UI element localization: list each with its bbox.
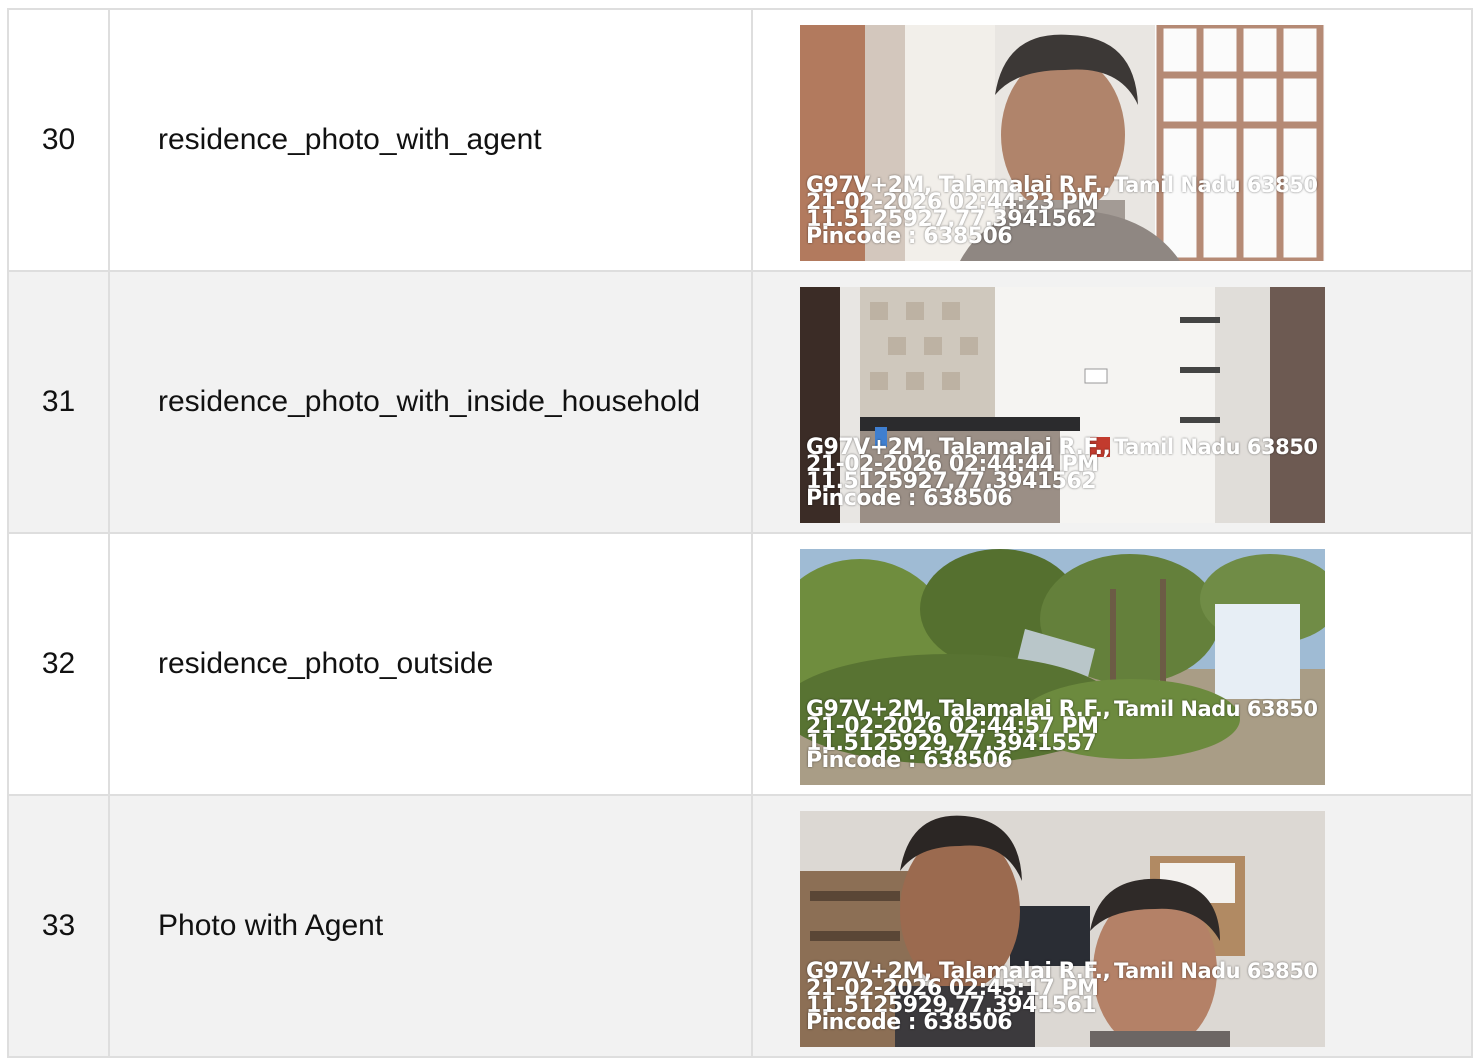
stamp-state: Tamil Nadu 63850	[1114, 173, 1318, 197]
photo-report-table: 30 residence_photo_with_agent G97V+2M, T…	[7, 8, 1473, 1058]
photo-geo-stamp: G97V+2M, Talamalai R.F., Tamil Nadu 6385…	[806, 435, 1325, 510]
report-table-wrapper: 30 residence_photo_with_agent G97V+2M, T…	[7, 8, 1473, 1058]
row-number: 32	[7, 532, 110, 796]
photo-thumbnail[interactable]: G97V+2M, Talamalai R.F., Tamil Nadu 6385…	[800, 287, 1325, 523]
table-row: 32 residence_photo_outside G97V+2M, Tala…	[7, 532, 1473, 796]
stamp-state: Tamil Nadu 63850	[1114, 435, 1318, 459]
photo-geo-stamp: G97V+2M, Talamalai R.F., Tamil Nadu 6385…	[806, 697, 1325, 772]
row-number: 30	[7, 8, 110, 272]
photo-thumbnail[interactable]: G97V+2M, Talamalai R.F., Tamil Nadu 6385…	[800, 549, 1325, 785]
photo-geo-stamp: G97V+2M, Talamalai R.F., Tamil Nadu 6385…	[806, 173, 1325, 248]
row-label: Photo with Agent	[108, 794, 753, 1058]
stamp-state: Tamil Nadu 63850	[1114, 959, 1318, 983]
stamp-location: G97V+2M, Talamalai R.F.,	[806, 173, 1111, 198]
row-number: 33	[7, 794, 110, 1058]
row-label: residence_photo_outside	[108, 532, 753, 796]
photo-cell: G97V+2M, Talamalai R.F., Tamil Nadu 6385…	[751, 532, 1473, 796]
table-row: 31 residence_photo_with_inside_household	[7, 270, 1473, 534]
stamp-location: G97V+2M, Talamalai R.F.,	[806, 697, 1111, 722]
row-label: residence_photo_with_agent	[108, 8, 753, 272]
table-row: 30 residence_photo_with_agent G97V+2M, T…	[7, 8, 1473, 272]
photo-geo-stamp: G97V+2M, Talamalai R.F., Tamil Nadu 6385…	[806, 959, 1325, 1034]
row-label: residence_photo_with_inside_household	[108, 270, 753, 534]
stamp-state: Tamil Nadu 63850	[1114, 697, 1318, 721]
row-number: 31	[7, 270, 110, 534]
photo-cell: G97V+2M, Talamalai R.F., Tamil Nadu 6385…	[751, 270, 1473, 534]
stamp-location: G97V+2M, Talamalai R.F.,	[806, 435, 1111, 460]
photo-cell: G97V+2M, Talamalai R.F., Tamil Nadu 6385…	[751, 794, 1473, 1058]
photo-thumbnail[interactable]: G97V+2M, Talamalai R.F., Tamil Nadu 6385…	[800, 25, 1325, 261]
photo-thumbnail[interactable]: G97V+2M, Talamalai R.F., Tamil Nadu 6385…	[800, 811, 1325, 1047]
photo-cell: G97V+2M, Talamalai R.F., Tamil Nadu 6385…	[751, 8, 1473, 272]
table-row: 33 Photo with Agent G97V+2M, Talamalai R…	[7, 794, 1473, 1058]
stamp-location: G97V+2M, Talamalai R.F.,	[806, 959, 1111, 984]
